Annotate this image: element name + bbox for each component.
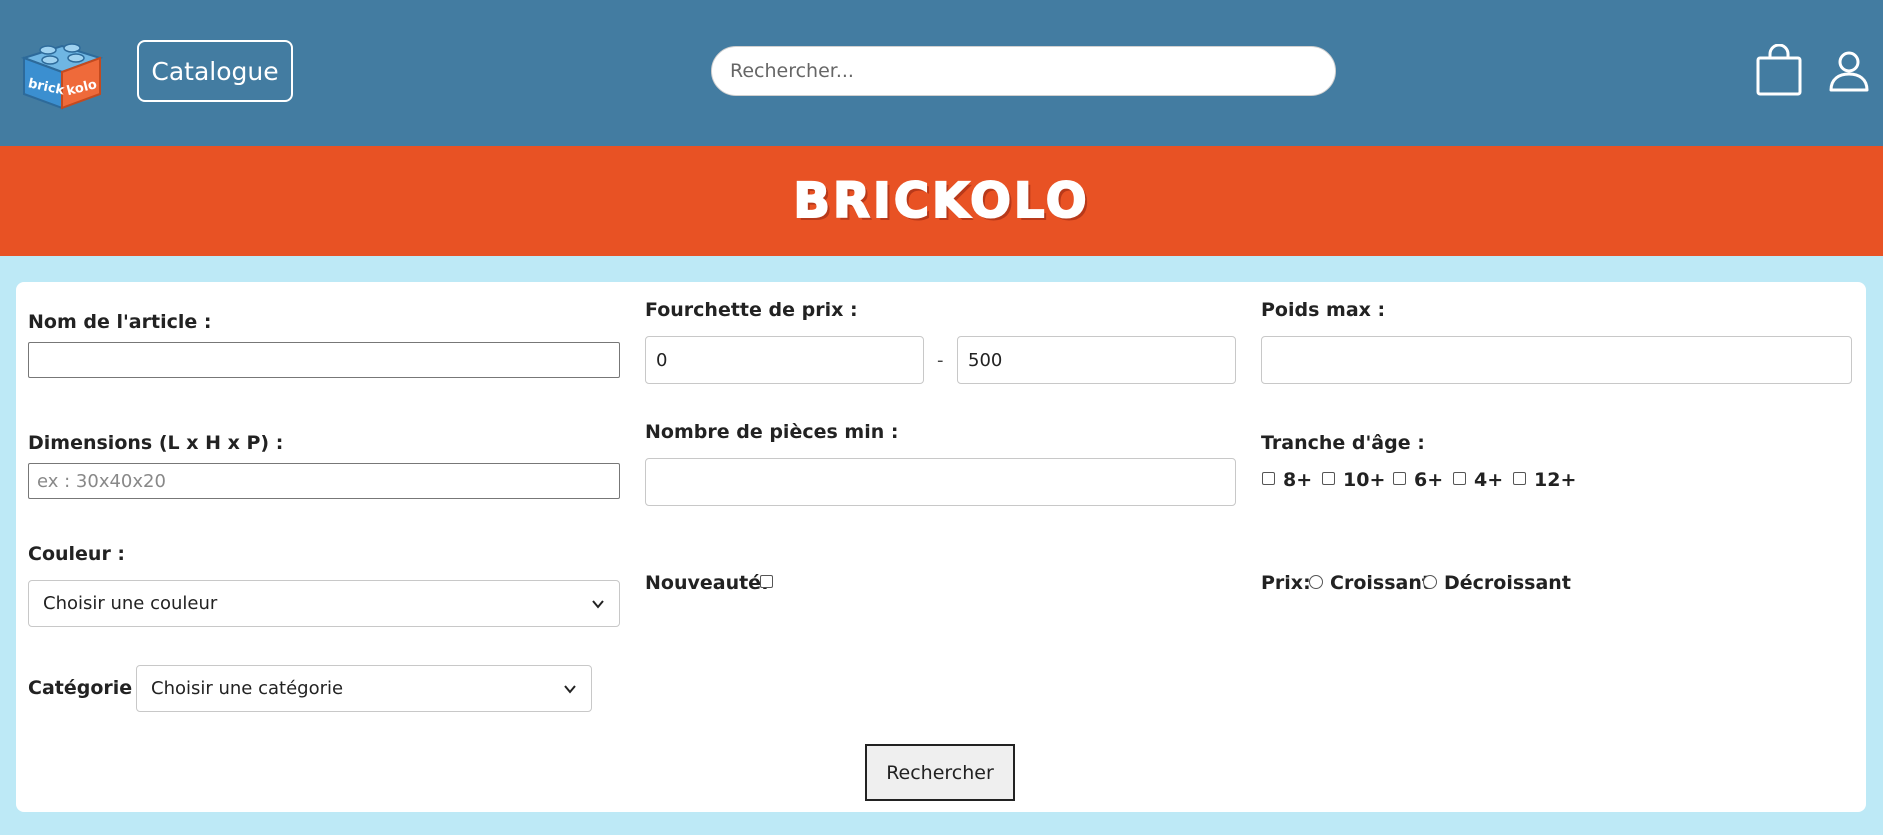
color-select-value: Choisir une couleur: [43, 593, 218, 614]
search-submit-button[interactable]: Rechercher: [865, 744, 1015, 801]
article-name-label: Nom de l'article :: [28, 311, 212, 333]
color-label: Couleur :: [28, 543, 126, 565]
max-weight-label: Poids max :: [1261, 299, 1386, 321]
price-sort-label: Prix:: [1261, 572, 1311, 594]
catalogue-button[interactable]: Catalogue: [137, 40, 293, 102]
min-pieces-label: Nombre de pièces min :: [645, 421, 899, 443]
brickolo-logo[interactable]: brick kolo: [20, 36, 104, 110]
price-range-separator: -: [937, 350, 944, 371]
age-option-6: 6+: [1414, 469, 1444, 491]
age-option-4: 4+: [1474, 469, 1504, 491]
age-checkbox-6[interactable]: [1393, 472, 1406, 485]
max-weight-input[interactable]: [1261, 336, 1852, 384]
sort-ascending-radio[interactable]: [1309, 575, 1323, 589]
age-option-8: 8+: [1283, 469, 1313, 491]
new-items-checkbox[interactable]: [760, 575, 773, 588]
brand-banner: BRICKOLO: [0, 146, 1883, 256]
article-name-input[interactable]: [28, 342, 620, 378]
dimensions-input[interactable]: [28, 463, 620, 499]
age-option-12: 12+: [1534, 469, 1577, 491]
chevron-down-icon: [564, 684, 576, 694]
category-select-value: Choisir une catégorie: [151, 678, 344, 699]
sort-descending-radio[interactable]: [1423, 575, 1437, 589]
banner-title: BRICKOLO: [792, 172, 1090, 230]
color-select[interactable]: Choisir une couleur: [28, 580, 620, 627]
category-select[interactable]: Choisir une catégorie: [136, 665, 592, 712]
new-items-label: Nouveauté:: [645, 572, 769, 594]
search-input[interactable]: [711, 46, 1336, 96]
category-label: Catégorie :: [28, 677, 147, 699]
age-checkbox-8[interactable]: [1262, 472, 1275, 485]
sort-ascending-label: Croissant: [1330, 572, 1431, 594]
min-pieces-input[interactable]: [645, 458, 1236, 506]
chevron-down-icon: [592, 599, 604, 609]
age-checkbox-10[interactable]: [1322, 472, 1335, 485]
sort-descending-label: Décroissant: [1444, 572, 1571, 594]
age-checkbox-12[interactable]: [1513, 472, 1526, 485]
top-navbar: brick kolo Catalogue: [0, 0, 1883, 146]
shopping-bag-icon[interactable]: [1756, 43, 1802, 96]
age-option-10: 10+: [1343, 469, 1386, 491]
age-checkbox-4[interactable]: [1453, 472, 1466, 485]
price-max-input[interactable]: [957, 336, 1236, 384]
dimensions-label: Dimensions (L x H x P) :: [28, 432, 284, 454]
user-account-icon[interactable]: [1828, 50, 1870, 92]
price-min-input[interactable]: [645, 336, 924, 384]
age-range-label: Tranche d'âge :: [1261, 432, 1425, 454]
price-range-label: Fourchette de prix :: [645, 299, 858, 321]
